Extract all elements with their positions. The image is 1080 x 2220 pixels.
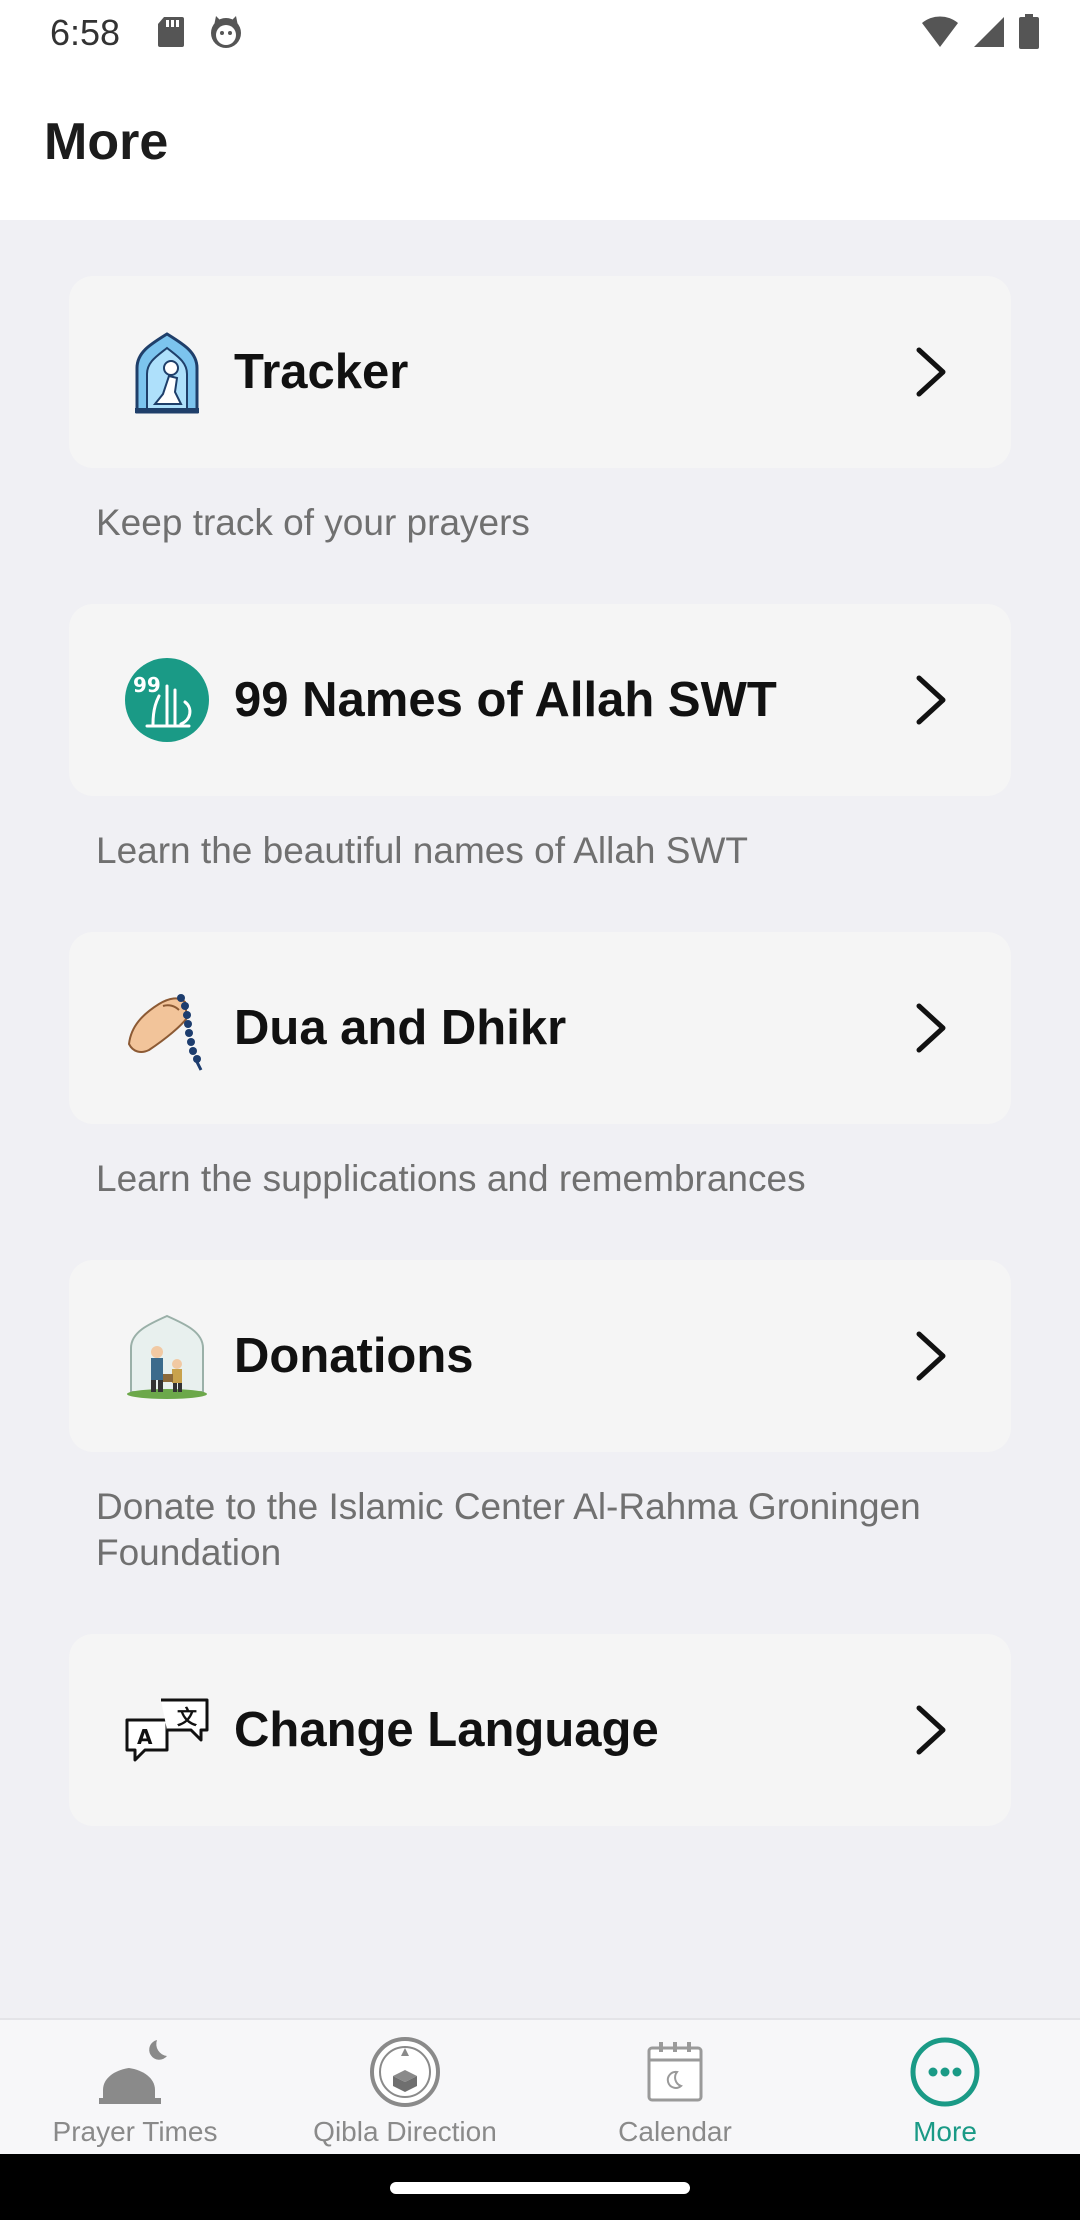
chevron-right-icon [916,1331,946,1381]
menu-card-change-language[interactable]: A 文 Change Language [69,1634,1011,1826]
nav-label: Calendar [618,2116,732,2147]
menu-description: Donate to the Islamic Center Al-Rahma Gr… [96,1486,921,1573]
99-names-icon: 99 [125,658,209,742]
calendar-icon [647,2042,703,2102]
menu-description: Learn the supplications and remembrances [96,1158,806,1199]
nav-label: Qibla Direction [313,2116,497,2147]
menu-card-label: Donations [234,1329,474,1383]
bottom-navigation: Prayer Times Qibla Direction Calendar Mo… [0,2018,1080,2154]
prayer-tracker-icon [135,332,199,414]
donations-icon [127,1314,207,1399]
chevron-right-icon [916,1705,946,1755]
mosque-moon-icon [99,2040,167,2104]
nav-item-qibla-direction[interactable]: Qibla Direction [270,2020,540,2156]
nav-item-prayer-times[interactable]: Prayer Times [0,2020,270,2156]
menu-card-dua-dhikr[interactable]: Dua and Dhikr [69,932,1011,1124]
cat-face-icon [211,16,241,48]
app-bar: More [0,66,1080,220]
menu-card-label: 99 Names of Allah SWT [234,673,777,727]
menu-card-99-names[interactable]: 99 99 Names of Allah SWT [69,604,1011,796]
nav-label: Prayer Times [52,2116,218,2147]
sd-card-icon [158,17,184,47]
prayer-beads-icon [127,994,203,1071]
nav-item-calendar[interactable]: Calendar [540,2020,810,2156]
page-title: More [44,113,169,171]
menu-card-label: Tracker [234,345,409,399]
chevron-right-icon [916,347,946,397]
signal-icon [974,17,1004,47]
svg-text:A: A [137,1725,153,1749]
nav-label: More [913,2116,977,2147]
menu-card-label: Dua and Dhikr [234,1001,567,1055]
menu-description: Learn the beautiful names of Allah SWT [96,830,748,871]
home-gesture-handle[interactable] [390,2182,690,2194]
compass-kaaba-icon [370,2037,440,2107]
wifi-icon [922,16,958,47]
menu-card-label: Change Language [234,1703,659,1757]
battery-icon [1019,14,1039,49]
chevron-right-icon [916,675,946,725]
menu-card-tracker[interactable]: Tracker [69,276,1011,468]
translate-icon: A 文 [125,1698,209,1762]
menu-card-donations[interactable]: Donations [69,1260,1011,1452]
svg-text:99: 99 [133,673,161,697]
more-menu-list: Tracker Keep track of your prayers 99 99… [0,220,1080,2018]
nav-item-more[interactable]: More [810,2020,1080,2156]
menu-description: Keep track of your prayers [96,502,530,543]
system-navigation-bar [0,2154,1080,2220]
more-dots-icon [910,2037,980,2107]
status-bar: 6:58 [0,0,1080,66]
svg-text:文: 文 [177,1705,198,1729]
chevron-right-icon [916,1003,946,1053]
status-time: 6:58 [50,12,121,53]
